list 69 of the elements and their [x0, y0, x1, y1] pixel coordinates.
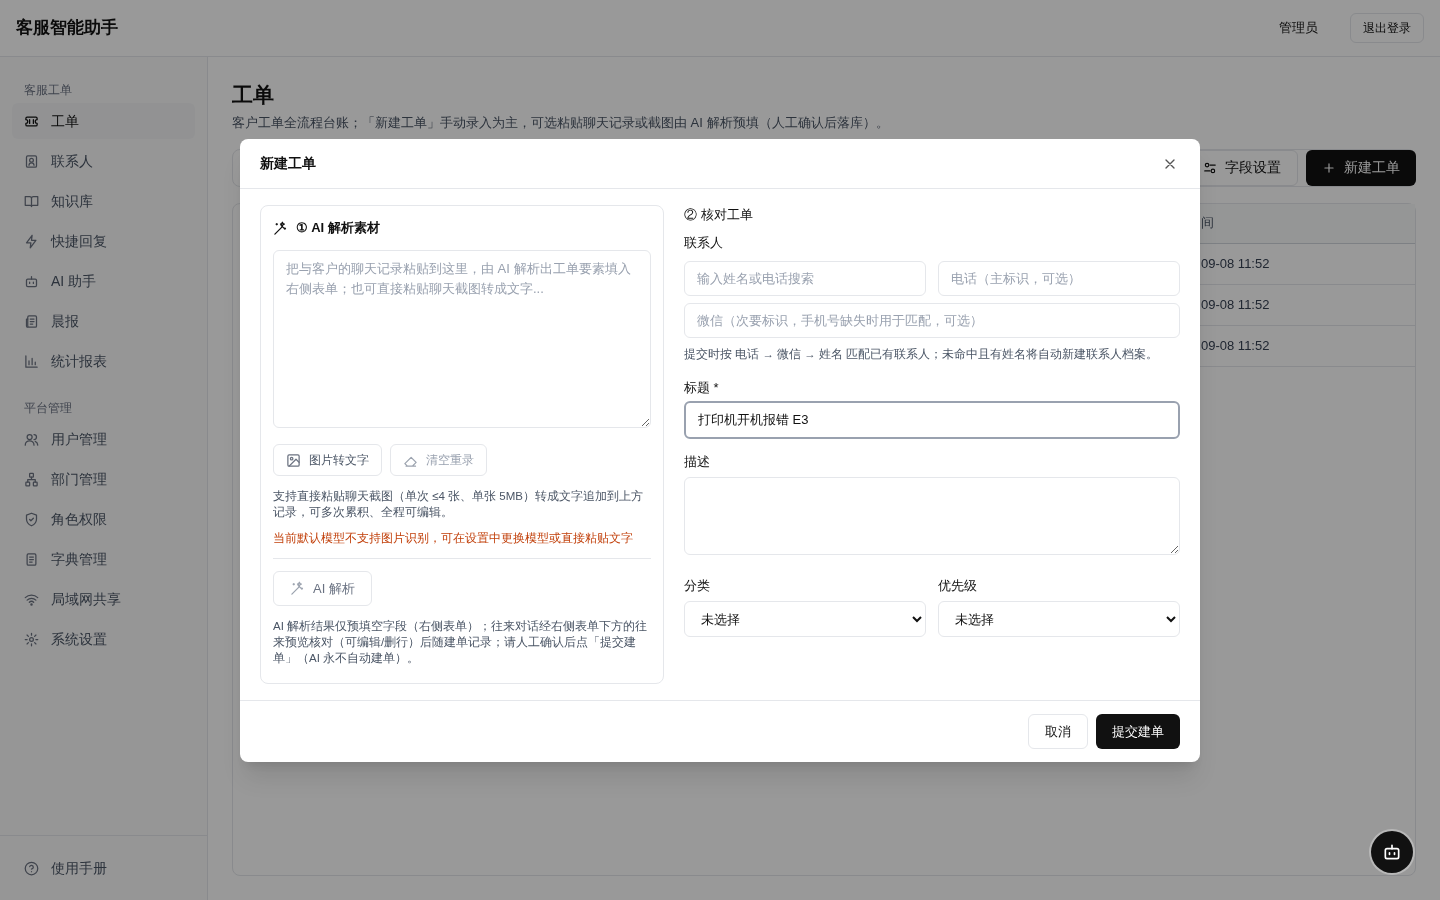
field-label: 标题 * — [684, 378, 720, 397]
section-label: 客服工单 — [23, 82, 73, 99]
category-select[interactable]: 未选择 — [684, 601, 926, 638]
sidebar-item[interactable]: AI 助手 — [12, 263, 195, 299]
hint-text: 支持直接粘贴聊天截图（单次 ≤4 张、单张 5MB）转成文字追加到上方记录，可多次累积、全程可编辑。 — [273, 489, 644, 520]
page-title: 工单 — [232, 82, 275, 108]
sidebar-item[interactable]: 局域网共享 — [12, 581, 195, 617]
sidebar-item[interactable]: 部门管理 — [12, 461, 195, 497]
ticket-icon — [24, 113, 39, 129]
sidebar-item[interactable]: 晨报 — [12, 303, 195, 339]
logout-button[interactable]: 退出登录 — [1350, 13, 1424, 43]
lightning-icon — [24, 233, 39, 249]
book-icon — [24, 193, 39, 209]
sidebar-item[interactable]: 角色权限 — [12, 501, 195, 537]
plus-icon — [1322, 160, 1336, 175]
section-heading: ① AI 解析素材 — [296, 219, 380, 238]
field-label: 联系人 — [684, 234, 724, 253]
help-icon — [24, 860, 39, 876]
sidebar-item[interactable]: 统计报表 — [12, 343, 195, 379]
robot-icon — [24, 273, 39, 289]
section-label: 平台管理 — [23, 400, 73, 417]
contact-search-field[interactable]: 输入姓名或电话搜索 — [684, 261, 926, 296]
table-cell-text: 09-08 11:52 — [1201, 295, 1270, 314]
hierarchy-icon — [24, 471, 39, 487]
manual-link[interactable]: 使用手册 — [12, 848, 195, 888]
page-subtitle: 客户工单全流程台账；「新建工单」手动录入为主，可选粘贴聊天记录或截图由 AI 解析预填（人工确认后落库）。 — [232, 114, 890, 132]
hint-text: 提交时按 电话 → 微信 → 姓名 匹配已有联系人；未命中且有姓名将自动新建联系人档案。 — [684, 347, 1160, 362]
field-label: 优先级 — [938, 576, 978, 595]
table-cell-text: 09-08 11:52 — [1201, 254, 1270, 273]
document-icon — [24, 551, 39, 567]
app-title: 客服智能助手 — [16, 17, 118, 40]
robot-icon — [1382, 842, 1402, 862]
ai-parse-button[interactable]: AI 解析 — [273, 571, 372, 606]
sidebar-item[interactable]: 字典管理 — [12, 541, 195, 577]
cancel-button[interactable]: 取消 — [1028, 714, 1088, 749]
newspaper-icon — [24, 313, 39, 329]
sidebar-item[interactable]: 快捷回复 — [12, 223, 195, 259]
new-ticket-button[interactable]: 新建工单 — [1306, 149, 1416, 186]
sidebar-item[interactable]: 用户管理 — [12, 421, 195, 457]
sidebar-item[interactable]: 知识库 — [12, 183, 195, 219]
contact-card-icon — [24, 153, 39, 169]
magic-wand-icon — [290, 581, 305, 596]
magic-wand-icon — [273, 220, 288, 236]
bar-chart-icon — [24, 353, 39, 369]
chat-record-textarea[interactable]: 把与客户的聊天记录粘贴到这里，由 AI 解析出工单要素填入右侧表单；也可直接粘贴聊天截图转成文字... — [273, 250, 651, 428]
sidebar-item[interactable]: 工单 — [12, 103, 195, 139]
field-label: 描述 — [684, 452, 711, 471]
sidebar-item[interactable]: 联系人 — [12, 143, 195, 179]
wechat-field[interactable]: 微信（次要标识，手机号缺失时用于匹配，可选） — [684, 303, 1180, 338]
dialog-title: 新建工单 — [260, 154, 316, 173]
users-icon — [24, 431, 39, 447]
priority-select[interactable]: 未选择 — [938, 601, 1180, 638]
user-name: 管理员 — [1279, 19, 1318, 38]
sidebar-item[interactable]: 系统设置 — [12, 621, 195, 657]
assistant-button[interactable] — [1369, 829, 1415, 875]
sliders-icon — [1203, 160, 1217, 175]
warning-text: 当前默认模型不支持图片识别，可在设置中更换模型或直接粘贴文字 — [273, 531, 634, 546]
field-label: 分类 — [684, 576, 711, 595]
title-field[interactable]: 打印机开机报错 E3 — [684, 401, 1180, 440]
submit-button[interactable]: 提交建单 — [1096, 714, 1180, 749]
image-icon — [286, 452, 301, 468]
table-cell-text: 09-08 11:52 — [1201, 336, 1270, 355]
shield-check-icon — [24, 511, 39, 527]
section-heading: ② 核对工单 — [684, 206, 754, 225]
settings-icon — [24, 631, 39, 647]
phone-field[interactable]: 电话（主标识，可选） — [938, 261, 1180, 296]
note-text: AI 解析结果仅预填空字段（右侧表单）；往来对话经右侧表单下方的往来预览核对（可编辑/删行）后随建单记录；请人工确认后点「提交建单」（AI 永不自动建单）。 — [273, 619, 649, 666]
image-to-text-button[interactable]: 图片转文字 — [273, 444, 382, 476]
column-header: 间 — [1201, 214, 1214, 233]
